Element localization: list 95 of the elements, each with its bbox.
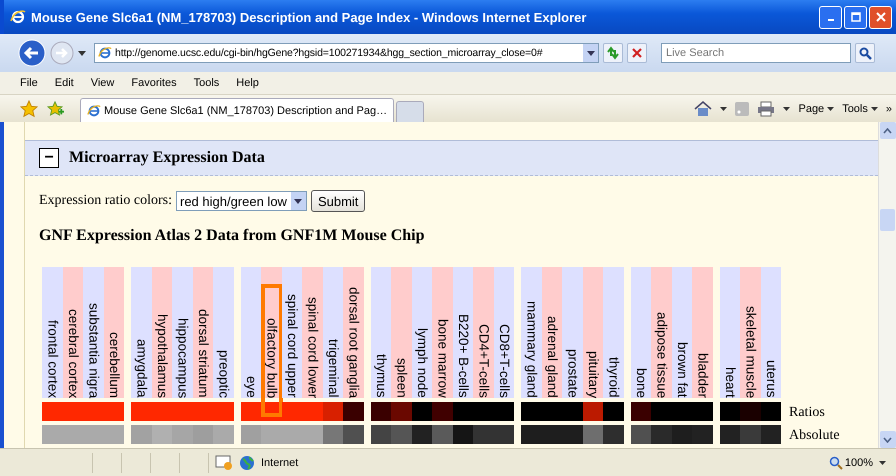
tissue-label: trigeminal xyxy=(324,339,342,398)
tissue-label: lymph node xyxy=(414,328,431,398)
scroll-down-icon[interactable] xyxy=(883,436,892,442)
tissue-label: dorsal root ganglia xyxy=(345,286,362,398)
stop-button[interactable] xyxy=(627,43,647,63)
browser-logo-icon xyxy=(10,9,26,25)
tissue-label: spinal cord upper xyxy=(284,294,301,398)
caret-icon xyxy=(586,50,594,56)
caret-icon[interactable] xyxy=(783,106,790,110)
window-title: Mouse Gene Slc6a1 (NM_178703) Description and Page Index - Windows Internet Explorer xyxy=(31,10,588,24)
tissue-label: spinal cord lower xyxy=(304,296,322,398)
tab-title: Mouse Gene Slc6a1 (NM_178703) Description and Pag… xyxy=(104,104,388,116)
tissue-label: prostate xyxy=(564,349,582,398)
submit-button[interactable]: Submit xyxy=(310,190,366,212)
security-zone: Internet xyxy=(261,456,300,468)
page-icon xyxy=(98,46,112,60)
tissue-label: skeletal muscle xyxy=(742,306,760,398)
command-menu[interactable]: Page xyxy=(798,102,834,114)
tissue-label: adipose tissue xyxy=(653,312,670,398)
tissue-label: amygdala xyxy=(133,339,150,398)
maximize-button[interactable] xyxy=(844,6,867,28)
chart-heading: GNF Expression Atlas 2 Data from GNF1M Mouse Chip xyxy=(38,226,426,245)
menu-item[interactable]: File xyxy=(20,77,38,89)
back-button[interactable] xyxy=(18,39,46,67)
more-commands-button[interactable]: » xyxy=(886,102,892,114)
tissue-label: preoptic xyxy=(215,350,232,398)
caret-icon[interactable] xyxy=(720,106,728,110)
tissue-label: dorsal striatum xyxy=(194,309,212,398)
url-text: http://genome.ucsc.edu/cgi-bin/hgGene?hgsid=100271934&hgg_section_microarray_close=0# xyxy=(115,47,544,59)
caret-icon xyxy=(827,106,834,110)
maximize-icon xyxy=(850,12,860,22)
tissue-label: hippocampus xyxy=(174,318,192,398)
tissue-label: bladder xyxy=(694,352,712,398)
tissue-label: frontal cortex xyxy=(44,320,62,398)
menu-item[interactable]: Edit xyxy=(54,77,74,89)
color-dropdown[interactable]: red high/green low xyxy=(176,191,307,211)
vertical-scrollbar[interactable] xyxy=(878,122,896,448)
tissue-label: adrenal gland xyxy=(544,316,561,398)
caret-icon xyxy=(870,106,878,110)
close-icon xyxy=(876,12,886,22)
menu-item[interactable]: Help xyxy=(236,77,259,89)
caret-icon[interactable] xyxy=(879,460,886,464)
row-label: Ratios xyxy=(789,404,826,422)
tissue-label: cerebral cortex xyxy=(64,308,82,398)
menu-item[interactable]: Tools xyxy=(194,77,220,89)
tissue-label: mammary gland xyxy=(523,301,540,398)
refresh-button[interactable] xyxy=(603,43,623,63)
menu-item[interactable]: View xyxy=(90,77,114,89)
tissue-label: CD4+T-cells xyxy=(475,324,492,398)
address-field[interactable]: http://genome.ucsc.edu/cgi-bin/hgGene?hgsid=100271934&hgg_section_microarray_close=0# xyxy=(94,43,599,63)
row-label: Absolute xyxy=(789,427,840,445)
section-title: Microarray Expression Data xyxy=(69,149,265,167)
tissue-label: eye xyxy=(242,376,260,398)
minimize-button[interactable] xyxy=(819,6,842,28)
scroll-up-icon[interactable] xyxy=(883,128,892,134)
tissue-label: CD8+T-cells xyxy=(496,324,513,398)
tissue-label: uterus xyxy=(762,360,780,398)
tissue-label: brown fat xyxy=(674,342,691,398)
address-dropdown-button[interactable] xyxy=(583,44,598,62)
menu-item[interactable]: Favorites xyxy=(131,77,177,89)
command-menu[interactable]: Tools xyxy=(842,102,878,114)
browser-tab[interactable]: Mouse Gene Slc6a1 (NM_178703) Description and Pag… xyxy=(80,98,394,122)
scroll-thumb[interactable] xyxy=(880,209,895,231)
favorites-star-icon[interactable] xyxy=(20,100,38,118)
refresh-icon xyxy=(606,46,620,60)
tissue-label: spleen xyxy=(393,358,410,398)
search-icon xyxy=(858,46,872,60)
tissue-label: substantia nigra xyxy=(85,302,102,398)
caret-icon xyxy=(294,198,302,204)
tissue-label: bone marrow xyxy=(434,319,452,398)
close-icon xyxy=(631,47,643,59)
collapse-button[interactable]: − xyxy=(39,148,59,168)
add-favorite-icon[interactable] xyxy=(46,100,64,118)
search-button[interactable] xyxy=(855,43,875,63)
history-dropdown-icon[interactable] xyxy=(78,50,86,56)
home-icon[interactable] xyxy=(694,100,712,116)
globe-icon xyxy=(239,454,255,470)
tissue-label: bone xyxy=(632,368,650,398)
blocked-content-icon xyxy=(215,454,233,470)
search-field[interactable]: Live Search xyxy=(661,43,851,63)
zoom-level[interactable]: 100% xyxy=(828,456,873,470)
tissue-label: pituitary xyxy=(584,350,602,398)
zoom-icon xyxy=(828,456,843,470)
form-label: Expression ratio colors: xyxy=(39,193,172,209)
page-icon xyxy=(87,104,101,118)
tissue-label: thyroid xyxy=(605,357,622,398)
minimize-icon xyxy=(828,19,834,21)
tissue-label: B220+ B-cells xyxy=(454,314,472,398)
tissue-label: olfactory bulb xyxy=(263,318,280,398)
printer-icon[interactable] xyxy=(757,100,776,116)
tissue-label: thymus xyxy=(372,354,390,398)
tissue-label: cerebellum xyxy=(106,332,123,398)
tissue-label: hypothalamus xyxy=(154,314,171,398)
close-button[interactable] xyxy=(869,6,892,28)
tissue-label: heart xyxy=(722,367,739,398)
